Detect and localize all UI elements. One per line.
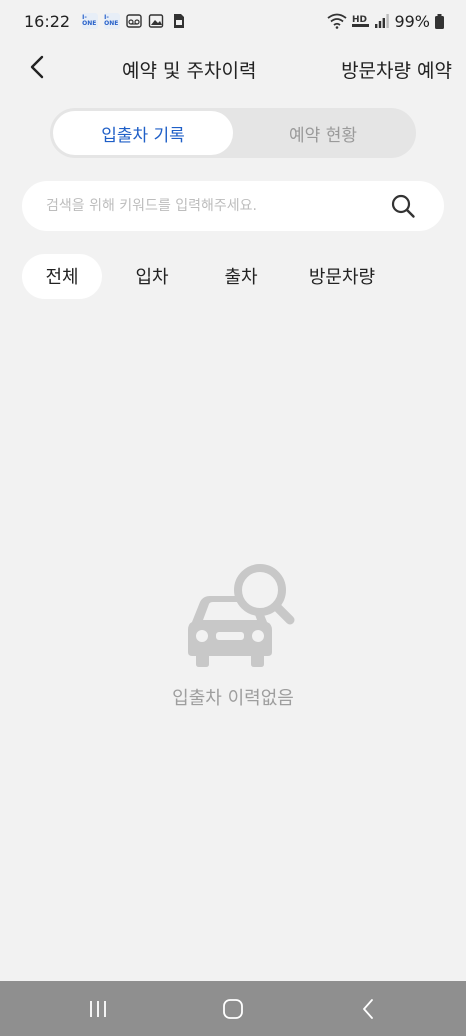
wifi-icon: [327, 13, 347, 29]
filter-exit[interactable]: 출차: [202, 254, 280, 299]
battery-level: 99%: [394, 11, 430, 31]
status-left: 16:22 I-ONE I-ONE: [24, 12, 186, 31]
tab-switcher: 입출차 기록 예약 현황: [50, 108, 416, 158]
signal-icon: [375, 14, 390, 28]
hd-voice-icon: HD: [352, 15, 370, 27]
visitor-reservation-button[interactable]: 방문차량 예약: [341, 56, 452, 83]
car-search-icon: [188, 564, 295, 667]
voicemail-icon: [126, 14, 142, 28]
status-bar: 16:22 I-ONE I-ONE HD 99%: [0, 0, 466, 42]
recents-icon: [89, 1000, 106, 1017]
gallery-icon: [148, 14, 164, 28]
i-one-app-icon: I-ONE: [104, 13, 121, 29]
system-back-button[interactable]: [338, 989, 398, 1029]
tab-entry-exit-log[interactable]: 입출차 기록: [53, 111, 233, 155]
empty-message: 입출차 이력없음: [172, 688, 294, 709]
chevron-left-icon: [30, 55, 44, 79]
back-icon: [363, 998, 374, 1019]
filter-visitor[interactable]: 방문차량: [280, 254, 404, 299]
system-nav-bar: [0, 981, 466, 1036]
home-icon: [223, 998, 243, 1019]
sim-icon: [174, 14, 185, 28]
status-right: HD 99%: [327, 12, 444, 31]
svg-text:HD: HD: [352, 15, 367, 25]
header: 예약 및 주차이력 방문차량 예약: [0, 42, 466, 94]
search-bar: [22, 181, 444, 231]
page-title: 예약 및 주차이력: [122, 60, 257, 82]
filter-entry[interactable]: 입차: [102, 254, 202, 299]
tab-reservation-status[interactable]: 예약 현황: [233, 111, 413, 155]
status-time: 16:22: [24, 11, 71, 31]
search-icon[interactable]: [390, 193, 416, 219]
filter-chips: 전체 입차 출차 방문차량: [22, 253, 404, 299]
back-button[interactable]: [22, 52, 52, 82]
i-one-app-icon: I-ONE: [82, 13, 99, 29]
home-button[interactable]: [203, 989, 263, 1029]
battery-icon: [435, 13, 444, 29]
recents-button[interactable]: [68, 989, 128, 1029]
filter-all[interactable]: 전체: [22, 253, 102, 299]
empty-state: 입출차 이력없음: [0, 560, 466, 710]
search-input[interactable]: [46, 198, 390, 214]
